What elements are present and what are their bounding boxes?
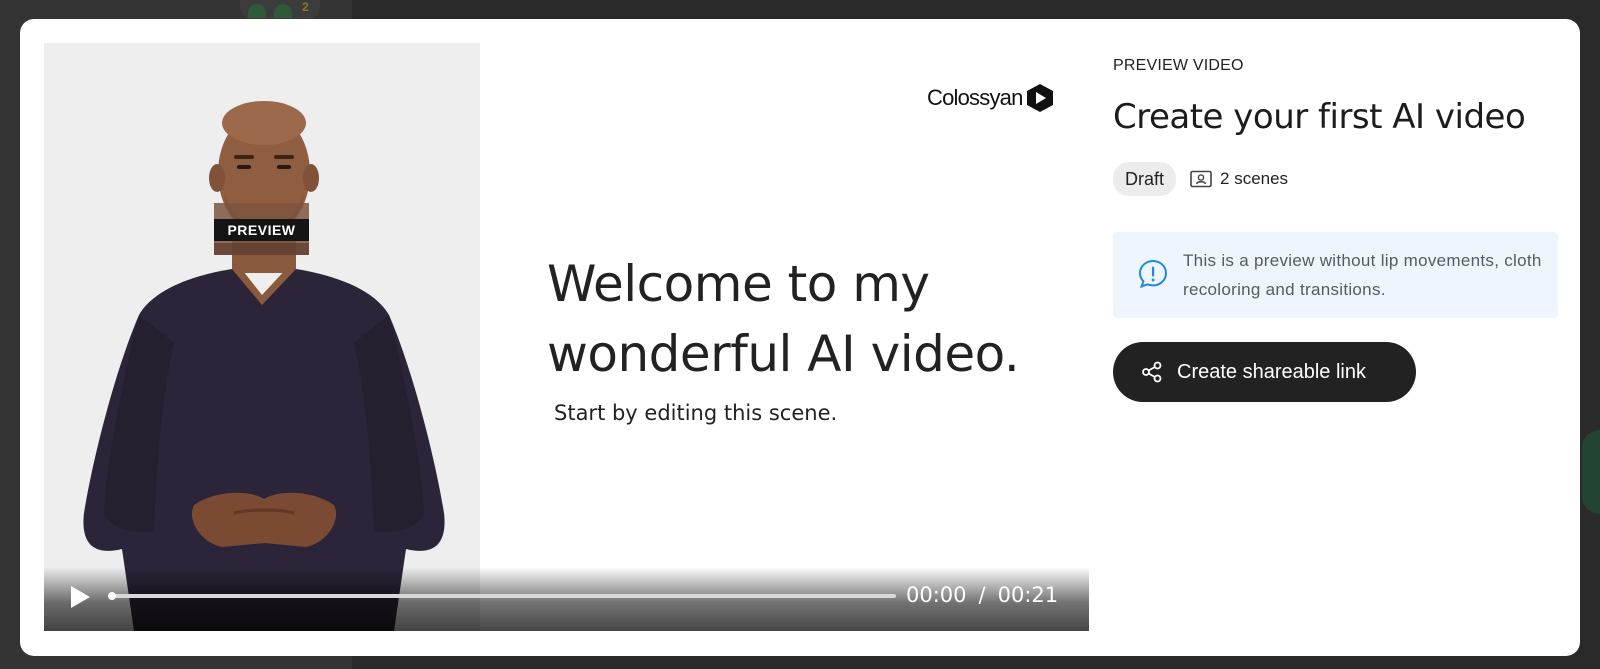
play-icon[interactable] [68,584,92,610]
background-collaborators: 2 [240,0,320,20]
page-title: Create your first AI video [1113,97,1526,137]
preview-tag: PREVIEW [214,219,309,241]
scenes-icon [1190,170,1212,188]
preview-modal: PREVIEW Colossyan Welcome to my wonderfu… [20,19,1580,656]
progress-knob[interactable] [108,592,116,600]
collaborator-avatar [274,4,292,18]
video-player[interactable]: PREVIEW Colossyan Welcome to my wonderfu… [44,43,1089,631]
status-badge: Draft [1113,162,1177,196]
share-button-label: Create shareable link [1177,360,1366,383]
avatar-panel: PREVIEW [44,43,480,631]
progress-bar[interactable] [108,592,896,600]
create-shareable-link-button[interactable]: Create shareable link [1113,342,1416,402]
collaborator-avatar [248,4,266,18]
background-help-widget [1582,430,1600,514]
preview-notice: This is a preview without lip movements,… [1113,232,1558,318]
presenter-avatar [83,101,445,631]
info-panel: PREVIEW VIDEO Create your first AI video… [1113,19,1563,656]
player-controls: 00:00 / 00:21 [44,567,1089,631]
brand-logo: Colossyan [927,84,1053,112]
scene-count: 2 scenes [1190,169,1288,189]
time-display: 00:00 / 00:21 [906,583,1058,607]
slide-subtitle: Start by editing this scene. [554,401,838,425]
time-separator: / [978,583,986,607]
duration: 00:21 [997,583,1059,607]
video-meta: Draft 2 scenes [1113,162,1288,196]
share-icon [1142,361,1162,383]
current-time: 00:00 [906,583,967,607]
logo-mark-icon [1026,84,1053,112]
logo-text: Colossyan [927,85,1023,110]
collaborator-count: 2 [302,0,309,14]
section-label: PREVIEW VIDEO [1113,57,1244,74]
info-icon [1138,259,1168,289]
slide-title: Welcome to my wonderful AI video. [547,255,1020,383]
notice-text: This is a preview without lip movements,… [1183,251,1542,299]
scene-count-label: 2 scenes [1220,169,1289,188]
